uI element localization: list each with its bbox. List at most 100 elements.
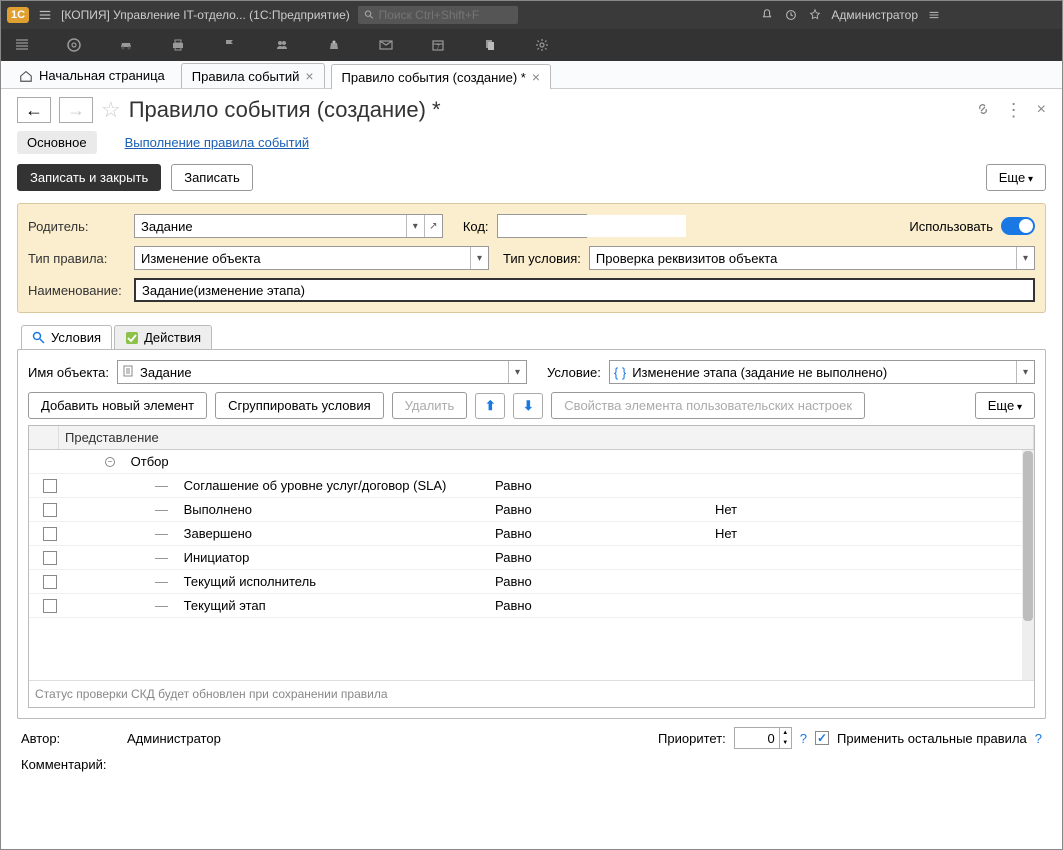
apply-rest-label: Применить остальные правила [837,731,1027,746]
minimize-icon[interactable] [950,1,980,29]
row-checkbox[interactable] [43,575,57,589]
cond-select[interactable]: { } ▾ [609,360,1035,384]
scrollbar[interactable] [1022,450,1034,680]
name-input[interactable] [134,278,1035,302]
link-icon[interactable] [975,101,991,120]
status-hint: Статус проверки СКД будет обновлен при с… [29,680,1034,707]
tab-conditions[interactable]: Условия [21,325,112,349]
cond-type-select[interactable]: ▾ [589,246,1035,270]
chevron-down-icon[interactable]: ▾ [406,215,424,237]
menu-icon[interactable] [37,7,53,23]
move-up-button[interactable]: ⬆ [475,393,505,419]
author-value: Администратор [127,731,221,746]
search-icon [364,9,375,21]
parent-label: Родитель: [28,219,126,234]
favorite-icon[interactable]: ☆ [101,97,121,123]
current-user[interactable]: Администратор [831,8,918,22]
more-button[interactable]: Еще [986,164,1046,191]
kebab-icon[interactable]: ⋮ [1005,100,1023,121]
priority-label: Приоритет: [658,731,726,746]
search-icon [32,331,46,345]
close-page-icon[interactable]: × [1037,101,1046,119]
author-label: Автор: [21,731,119,746]
spin-up[interactable]: ▲ [780,728,791,738]
section-toolbar: 7 [1,29,1062,61]
mail-icon[interactable] [377,36,395,54]
group-conditions-button[interactable]: Сгруппировать условия [215,392,384,419]
row-checkbox[interactable] [43,551,57,565]
docs-icon[interactable] [481,36,499,54]
page-title: Правило события (создание) * [129,97,441,123]
money-icon[interactable] [325,36,343,54]
col-representation[interactable]: Представление [59,426,1034,449]
cond-type-label: Тип условия: [503,251,581,266]
flag-icon[interactable] [221,36,239,54]
row-checkbox[interactable] [43,527,57,541]
bell-icon[interactable] [759,7,775,23]
home-tab[interactable]: Начальная страница [9,64,175,87]
subnav-main[interactable]: Основное [17,131,97,154]
close-tab-icon[interactable]: × [532,69,540,85]
close-tab-icon[interactable]: × [305,68,313,84]
open-icon[interactable]: ↗ [424,215,442,237]
window-title: [КОПИЯ] Управление IT-отдело... (1С:Пред… [61,8,350,22]
car-icon[interactable] [117,36,135,54]
priority-input[interactable]: ▲▼ [734,727,792,749]
tab-actions[interactable]: Действия [114,325,212,349]
apply-rest-checkbox[interactable] [815,731,829,745]
lifebuoy-icon[interactable] [65,36,83,54]
more-button-2[interactable]: Еще [975,392,1035,419]
print-icon[interactable] [169,36,187,54]
maximize-icon[interactable] [988,1,1018,29]
help-icon[interactable]: ? [800,731,807,746]
subnav-execution[interactable]: Выполнение правила событий [115,131,320,154]
element-props-button[interactable]: Свойства элемента пользовательских настр… [551,392,865,419]
form-header: Родитель: ▾ ↗ Код: Использовать Тип прав… [17,203,1046,313]
home-icon [19,69,33,83]
gear-icon[interactable] [533,36,551,54]
rule-type-select[interactable]: ▾ [134,246,489,270]
code-label: Код: [463,219,489,234]
collapse-icon[interactable]: − [105,457,115,467]
help-icon[interactable]: ? [1035,731,1042,746]
name-label: Наименование: [28,283,126,298]
chevron-down-icon[interactable]: ▾ [508,361,526,383]
users-icon[interactable] [273,36,291,54]
rule-type-label: Тип правила: [28,251,126,266]
comment-label: Комментарий: [21,757,107,772]
calendar-icon[interactable]: 7 [429,36,447,54]
code-input[interactable] [497,214,587,238]
tabs-row: Начальная страница Правила событий × Пра… [1,61,1062,89]
use-toggle[interactable] [1001,217,1035,235]
doc-icon [118,365,134,380]
forward-button[interactable]: → [59,97,93,123]
save-close-button[interactable]: Записать и закрыть [17,164,161,191]
add-element-button[interactable]: Добавить новый элемент [28,392,207,419]
tab-rules-list[interactable]: Правила событий × [181,63,325,88]
star-icon[interactable] [807,7,823,23]
search-input[interactable] [358,6,518,24]
spin-down[interactable]: ▼ [780,738,791,748]
close-icon[interactable] [1026,1,1056,29]
back-button[interactable]: ← [17,97,51,123]
tab-rule-create[interactable]: Правило события (создание) * × [331,64,552,89]
settings-lines-icon[interactable] [926,7,942,23]
brackets-icon: { } [610,365,626,380]
row-checkbox[interactable] [43,479,57,493]
chevron-down-icon[interactable]: ▾ [1016,361,1034,383]
chevron-down-icon[interactable]: ▾ [470,247,488,269]
check-icon [125,331,139,345]
row-checkbox[interactable] [43,503,57,517]
row-checkbox[interactable] [43,599,57,613]
app-logo: 1C [7,7,29,23]
grid-body[interactable]: − Отбор — Соглашение об уровне услуг/дог… [29,450,1034,680]
page-body: ← → ☆ Правило события (создание) * ⋮ × О… [1,89,1062,784]
sections-icon[interactable] [13,36,31,54]
save-button[interactable]: Записать [171,164,253,191]
parent-select[interactable]: ▾ ↗ [134,214,443,238]
history-icon[interactable] [783,7,799,23]
delete-button[interactable]: Удалить [392,392,468,419]
chevron-down-icon[interactable]: ▾ [1016,247,1034,269]
move-down-button[interactable]: ⬇ [513,393,543,419]
obj-name-select[interactable]: ▾ [117,360,527,384]
